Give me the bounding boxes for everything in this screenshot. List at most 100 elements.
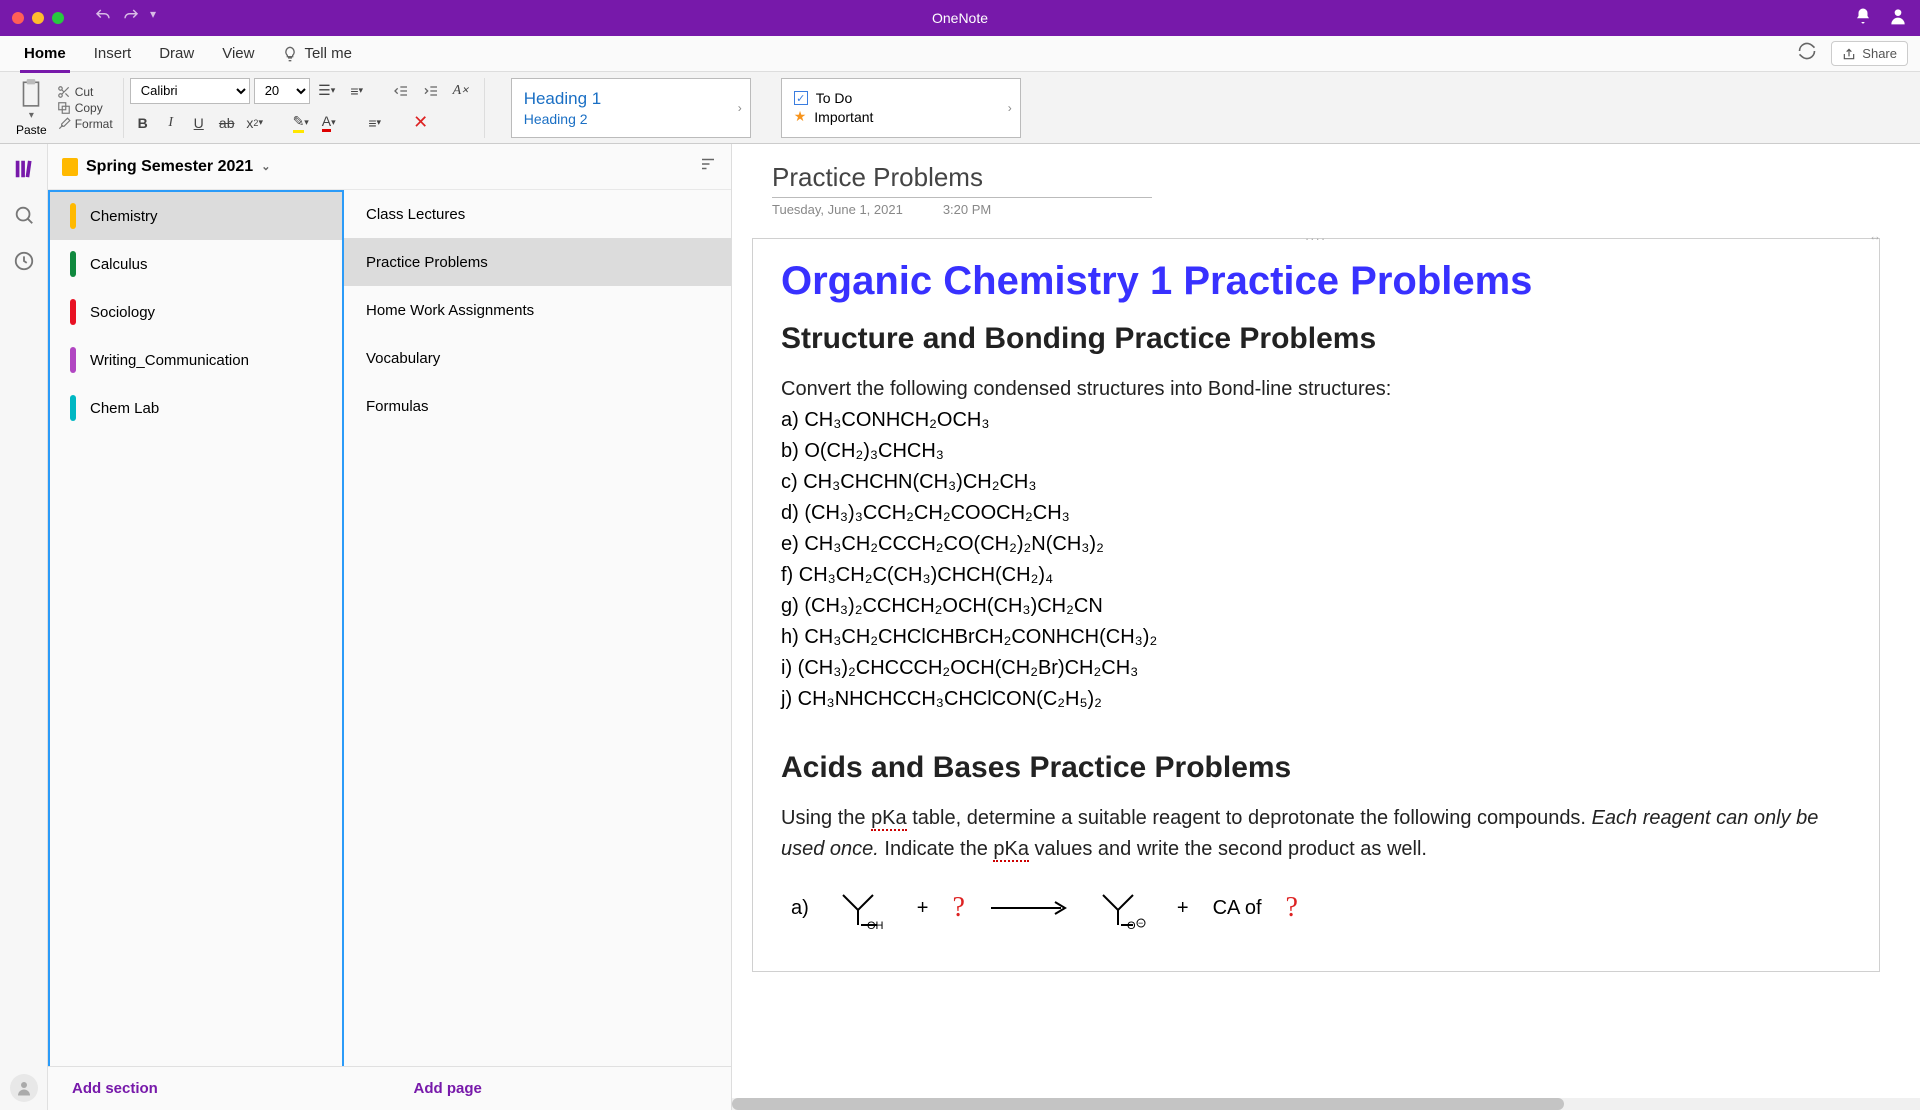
notebook-title: Spring Semester 2021: [86, 158, 253, 176]
copy-button[interactable]: Copy: [57, 101, 113, 115]
checkbox-icon: ✓: [794, 91, 808, 105]
section-item[interactable]: Sociology: [50, 288, 342, 336]
highlight-button[interactable]: ✎ ▾: [288, 110, 314, 136]
font-name-select[interactable]: Calibri: [130, 78, 250, 104]
horizontal-scrollbar[interactable]: [732, 1098, 1920, 1110]
paste-button[interactable]: ▾ Paste: [10, 76, 53, 139]
unknown-reagent-icon: ?: [952, 892, 964, 924]
redo-icon[interactable]: [122, 7, 140, 30]
bullet-list-button[interactable]: ☰ ▾: [314, 78, 340, 104]
page-item[interactable]: Practice Problems: [344, 238, 731, 286]
italic-button[interactable]: I: [158, 110, 184, 136]
tags-gallery[interactable]: ✓To Do ★Important ›: [781, 78, 1021, 138]
chevron-right-icon[interactable]: ›: [738, 101, 742, 115]
ribbon-tabs: Home Insert Draw View Tell me Share: [0, 36, 1920, 72]
tab-home[interactable]: Home: [10, 36, 80, 72]
account-icon[interactable]: [1888, 6, 1908, 31]
page-canvas[interactable]: Practice Problems Tuesday, June 1, 2021 …: [732, 144, 1920, 1110]
problem-line[interactable]: d) (CH₃)₃CCH₂CH₂COOCH₂CH₃: [781, 498, 1851, 529]
section-item[interactable]: Chemistry: [50, 192, 342, 240]
section-label: Sociology: [90, 304, 155, 321]
paintbrush-icon: [57, 117, 71, 131]
sec1-intro[interactable]: Convert the following condensed structur…: [781, 374, 1851, 405]
resize-handle-icon[interactable]: ↔: [1869, 229, 1881, 243]
drag-handle-icon[interactable]: ....: [1305, 229, 1326, 243]
search-icon[interactable]: [13, 204, 35, 226]
style-heading2[interactable]: Heading 2: [524, 111, 738, 127]
indent-button[interactable]: [418, 78, 444, 104]
align-button[interactable]: ≡ ▾: [362, 110, 388, 136]
page-item[interactable]: Class Lectures: [344, 190, 731, 238]
share-button[interactable]: Share: [1831, 41, 1908, 66]
numbered-list-button[interactable]: ≡ ▾: [344, 78, 370, 104]
recent-icon[interactable]: [13, 250, 35, 272]
outdent-button[interactable]: [388, 78, 414, 104]
notebook-color-icon: [62, 158, 78, 176]
section-item[interactable]: Chem Lab: [50, 384, 342, 432]
scrollbar-thumb[interactable]: [732, 1098, 1564, 1110]
content-h2-acids[interactable]: Acids and Bases Practice Problems: [781, 751, 1851, 785]
add-page-button[interactable]: Add page: [390, 1067, 732, 1110]
pages-list: Class LecturesPractice ProblemsHome Work…: [344, 190, 731, 1066]
add-section-button[interactable]: Add section: [48, 1067, 390, 1110]
styles-gallery[interactable]: Heading 1 Heading 2 ›: [511, 78, 751, 138]
user-avatar[interactable]: [10, 1074, 38, 1102]
tab-draw[interactable]: Draw: [145, 36, 208, 72]
page-item[interactable]: Vocabulary: [344, 334, 731, 382]
share-icon: [1842, 47, 1856, 61]
style-heading1[interactable]: Heading 1: [524, 89, 738, 109]
notebook-picker[interactable]: Spring Semester 2021 ⌄: [48, 144, 731, 190]
section-color-icon: [70, 395, 76, 421]
sec2-paragraph[interactable]: Using the pKa table, determine a suitabl…: [781, 803, 1851, 865]
quick-access-toolbar: ▾: [94, 7, 156, 30]
svg-text:−: −: [1138, 918, 1143, 928]
problem-line[interactable]: f) CH₃CH₂C(CH₃)CHCH(CH₂)₄: [781, 560, 1851, 591]
problem-line[interactable]: b) O(CH₂)₃CHCH₃: [781, 436, 1851, 467]
note-container[interactable]: .... ↔ Organic Chemistry 1 Practice Prob…: [752, 238, 1880, 972]
page-item[interactable]: Home Work Assignments: [344, 286, 731, 334]
undo-icon[interactable]: [94, 7, 112, 30]
strikethrough-button[interactable]: ab: [214, 110, 240, 136]
problem-line[interactable]: g) (CH₃)₂CCHCH₂OCH(CH₃)CH₂CN: [781, 591, 1851, 622]
section-label: Chemistry: [90, 208, 158, 225]
cut-button[interactable]: Cut: [57, 85, 113, 99]
notifications-icon[interactable]: [1854, 7, 1872, 30]
page-item[interactable]: Formulas: [344, 382, 731, 430]
tab-view[interactable]: View: [208, 36, 268, 72]
underline-button[interactable]: U: [186, 110, 212, 136]
delete-button[interactable]: ✕: [408, 110, 434, 136]
zoom-window-button[interactable]: [52, 12, 64, 24]
tab-tellme[interactable]: Tell me: [268, 36, 366, 72]
minimize-window-button[interactable]: [32, 12, 44, 24]
problem-line[interactable]: a) CH₃CONHCH₂OCH₃: [781, 405, 1851, 436]
subscript-button[interactable]: x2 ▾: [242, 110, 268, 136]
format-painter-button[interactable]: Format: [57, 117, 113, 131]
sync-icon[interactable]: [1797, 41, 1817, 66]
molecule-product-icon: O−: [1093, 885, 1153, 931]
tag-todo[interactable]: ✓To Do: [794, 90, 1008, 106]
section-item[interactable]: Calculus: [50, 240, 342, 288]
clear-formatting-button[interactable]: A✕: [448, 78, 474, 104]
chevron-right-icon[interactable]: ›: [1008, 101, 1012, 115]
font-size-select[interactable]: 20: [254, 78, 310, 104]
problem-line[interactable]: e) CH₃CH₂CCCH₂CO(CH₂)₂N(CH₃)₂: [781, 529, 1851, 560]
section-label: Chem Lab: [90, 400, 159, 417]
customize-qat-icon[interactable]: ▾: [150, 7, 156, 30]
section-item[interactable]: Writing_Communication: [50, 336, 342, 384]
tab-insert[interactable]: Insert: [80, 36, 146, 72]
close-window-button[interactable]: [12, 12, 24, 24]
font-color-button[interactable]: A ▾: [316, 110, 342, 136]
sec1-items[interactable]: a) CH₃CONHCH₂OCH₃b) O(CH₂)₃CHCH₃c) CH₃CH…: [781, 405, 1851, 715]
problem-line[interactable]: i) (CH₃)₂CHCCCH₂OCH(CH₂Br)CH₂CH₃: [781, 653, 1851, 684]
window-controls: [0, 12, 64, 24]
problem-line[interactable]: h) CH₃CH₂CHClCHBrCH₂CONHCH(CH₃)₂: [781, 622, 1851, 653]
bold-button[interactable]: B: [130, 110, 156, 136]
problem-line[interactable]: c) CH₃CHCHN(CH₃)CH₂CH₃: [781, 467, 1851, 498]
problem-line[interactable]: j) CH₃NHCHCCH₃CHClCON(C₂H₅)₂: [781, 684, 1851, 715]
content-h2-structure[interactable]: Structure and Bonding Practice Problems: [781, 322, 1851, 356]
content-h1[interactable]: Organic Chemistry 1 Practice Problems: [781, 259, 1851, 304]
notebooks-icon[interactable]: [13, 158, 35, 180]
sort-icon[interactable]: [699, 155, 717, 178]
page-title[interactable]: Practice Problems: [772, 162, 1152, 198]
tag-important[interactable]: ★Important: [794, 108, 1008, 125]
